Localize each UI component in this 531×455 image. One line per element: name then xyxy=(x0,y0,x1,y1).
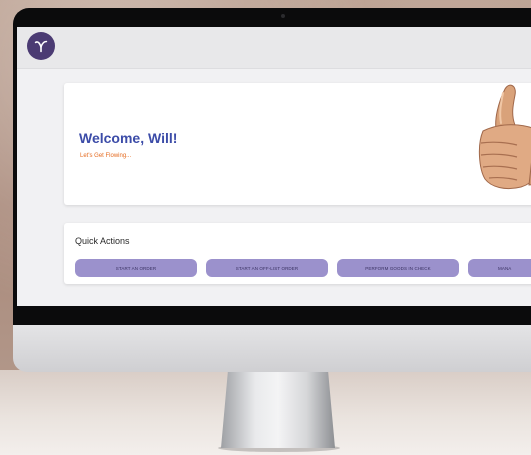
app-screen: Welcome, Will! Let's Get Flowing... Quic… xyxy=(17,27,531,306)
webcam xyxy=(281,14,285,18)
manage-button[interactable]: MANA xyxy=(468,259,531,277)
quick-actions-card: Quick Actions START AN ORDER START AN OF… xyxy=(64,223,531,284)
brand-logo-icon[interactable] xyxy=(27,32,55,60)
start-order-button[interactable]: START AN ORDER xyxy=(75,259,197,277)
monitor-chin xyxy=(13,325,531,372)
welcome-title: Welcome, Will! xyxy=(79,130,178,146)
monitor-stand xyxy=(221,372,335,448)
start-off-list-order-button[interactable]: START AN OFF-LIST ORDER xyxy=(206,259,328,277)
welcome-subtitle: Let's Get Flowing... xyxy=(80,153,132,159)
thumbs-up-icon xyxy=(478,84,531,190)
brand-swirl-icon xyxy=(34,40,48,53)
welcome-card: Welcome, Will! Let's Get Flowing... xyxy=(64,83,531,205)
goods-in-check-button[interactable]: PERFORM GOODS IN CHECK xyxy=(337,259,459,277)
top-bar xyxy=(17,27,531,69)
quick-actions-title: Quick Actions xyxy=(75,236,130,246)
